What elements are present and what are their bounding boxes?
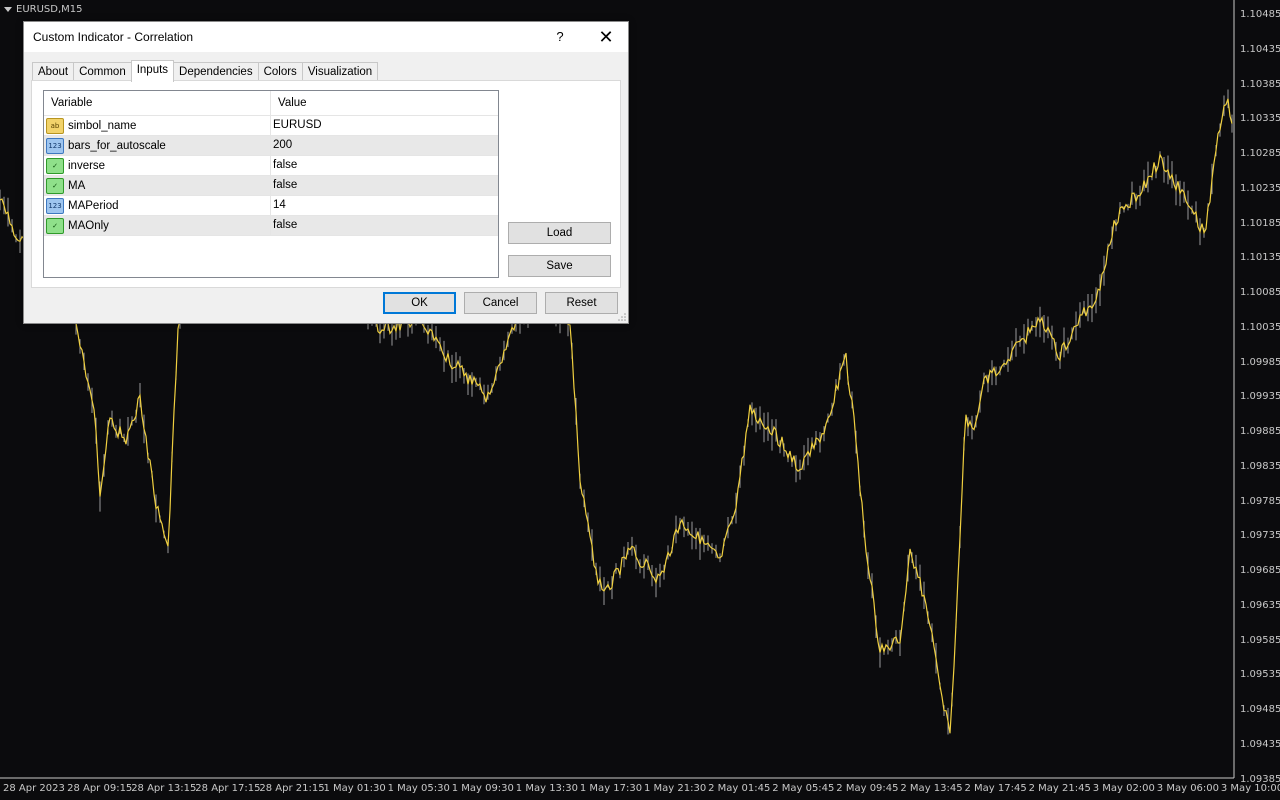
symbol-text: EURUSD,M15 xyxy=(16,4,83,15)
time-axis-label: 28 Apr 2023 xyxy=(3,783,65,794)
price-axis-label: 1.10085 xyxy=(1240,287,1280,298)
string-type-icon: ab xyxy=(46,117,64,134)
time-axis-label: 1 May 17:30 xyxy=(579,783,643,794)
price-axis-label: 1.10485 xyxy=(1240,9,1280,20)
variable-cell: ✓ MAOnly xyxy=(44,216,271,235)
tab-common[interactable]: Common xyxy=(73,62,132,81)
variable-cell: 123 bars_for_autoscale xyxy=(44,136,271,155)
variable-name: inverse xyxy=(68,159,106,172)
time-axis-label: 2 May 01:45 xyxy=(708,783,771,794)
input-row-simbol-name[interactable]: ab simbol_name EURUSD xyxy=(44,116,498,136)
ok-button[interactable]: OK xyxy=(383,292,456,314)
time-axis-label: 1 May 05:30 xyxy=(387,783,450,794)
price-axis-label: 1.10435 xyxy=(1240,43,1280,55)
price-axis-label: 1.09735 xyxy=(1240,530,1280,542)
price-axis-label: 1.10185 xyxy=(1240,217,1280,229)
input-row-maperiod[interactable]: 123 MAPeriod 14 xyxy=(44,196,498,216)
price-axis-label: 1.10385 xyxy=(1240,78,1280,90)
triangle-down-icon xyxy=(4,7,12,12)
time-axis-label: 28 Apr 13:15 xyxy=(131,783,197,794)
input-row-bars-for-autoscale[interactable]: 123 bars_for_autoscale 200 xyxy=(44,136,498,156)
header-variable[interactable]: Variable xyxy=(44,91,271,115)
variable-cell: ✓ inverse xyxy=(44,156,271,175)
time-axis-label: 1 May 01:30 xyxy=(323,783,386,794)
time-axis-label: 2 May 05:45 xyxy=(772,783,835,794)
custom-indicator-dialog: Custom Indicator - Correlation ? ✕ About… xyxy=(23,21,629,324)
variable-name: bars_for_autoscale xyxy=(68,139,166,152)
value-cell[interactable]: 14 xyxy=(271,196,286,215)
inputs-grid[interactable]: Variable Value ab simbol_name EURUSD 123… xyxy=(43,90,499,278)
variable-name: MAPeriod xyxy=(68,199,119,212)
time-axis-label: 3 May 02:00 xyxy=(1092,783,1155,794)
dialog-title-bar[interactable]: Custom Indicator - Correlation ? ✕ xyxy=(24,22,628,52)
cancel-button[interactable]: Cancel xyxy=(464,292,537,314)
time-axis-label: 3 May 10:00 xyxy=(1220,783,1280,794)
tab-colors[interactable]: Colors xyxy=(257,62,303,81)
value-cell[interactable]: false xyxy=(271,156,297,175)
variable-name: MA xyxy=(68,179,86,192)
value-cell[interactable]: EURUSD xyxy=(271,116,322,135)
price-axis-label: 1.10035 xyxy=(1240,321,1280,333)
variable-cell: ab simbol_name xyxy=(44,116,271,135)
boolean-type-icon: ✓ xyxy=(46,217,64,234)
tab-dependencies[interactable]: Dependencies xyxy=(173,62,259,81)
load-button[interactable]: Load xyxy=(508,222,611,244)
price-axis-label: 1.09885 xyxy=(1240,426,1280,437)
tab-about[interactable]: About xyxy=(32,62,75,81)
reset-button[interactable]: Reset xyxy=(545,292,618,314)
price-axis-label: 1.10235 xyxy=(1240,182,1280,194)
price-axis-label: 1.09935 xyxy=(1240,391,1280,403)
time-axis-label: 28 Apr 09:15 xyxy=(67,783,133,794)
time-axis-label: 1 May 13:30 xyxy=(515,783,579,794)
time-axis-label: 2 May 21:45 xyxy=(1028,783,1091,794)
tab-visualization[interactable]: Visualization xyxy=(301,62,379,81)
integer-type-icon: 123 xyxy=(46,197,64,214)
resize-grip-icon[interactable] xyxy=(618,313,626,321)
price-axis-label: 1.09585 xyxy=(1240,634,1280,646)
value-cell[interactable]: false xyxy=(271,176,297,195)
price-axis-label: 1.09435 xyxy=(1240,738,1280,750)
variable-name: MAOnly xyxy=(68,219,109,232)
price-axis-label: 1.09785 xyxy=(1240,495,1280,507)
time-axis-label: 1 May 09:30 xyxy=(451,783,514,794)
grid-header: Variable Value xyxy=(44,91,498,116)
price-axis-label: 1.09835 xyxy=(1240,460,1280,472)
value-cell[interactable]: false xyxy=(271,216,297,235)
integer-type-icon: 123 xyxy=(46,137,64,154)
price-axis-label: 1.09685 xyxy=(1240,565,1280,576)
input-row-inverse[interactable]: ✓ inverse false xyxy=(44,156,498,176)
price-axis-label: 1.10285 xyxy=(1240,148,1280,159)
price-axis-label: 1.10135 xyxy=(1240,252,1280,264)
close-button[interactable]: ✕ xyxy=(596,27,616,47)
header-value[interactable]: Value xyxy=(271,91,307,115)
tab-inputs[interactable]: Inputs xyxy=(130,60,175,82)
input-row-ma[interactable]: ✓ MA false xyxy=(44,176,498,196)
input-row-maonly[interactable]: ✓ MAOnly false xyxy=(44,216,498,236)
time-axis-label: 2 May 13:45 xyxy=(900,783,963,794)
inputs-panel: Variable Value ab simbol_name EURUSD 123… xyxy=(31,80,621,288)
variable-name: simbol_name xyxy=(68,119,137,132)
price-axis-label: 1.10335 xyxy=(1240,113,1280,125)
price-axis-label: 1.09635 xyxy=(1240,599,1280,611)
price-axis-label: 1.09985 xyxy=(1240,356,1280,368)
boolean-type-icon: ✓ xyxy=(46,177,64,194)
time-axis-label: 2 May 17:45 xyxy=(964,783,1027,794)
save-button[interactable]: Save xyxy=(508,255,611,277)
dialog-title: Custom Indicator - Correlation xyxy=(33,30,194,44)
time-axis-label: 3 May 06:00 xyxy=(1156,783,1220,794)
symbol-label: EURUSD,M15 xyxy=(4,4,82,15)
price-axis-label: 1.09535 xyxy=(1240,669,1280,681)
time-axis-label: 2 May 09:45 xyxy=(836,783,899,794)
price-axis-label: 1.09485 xyxy=(1240,704,1280,715)
time-axis-label: 28 Apr 21:15 xyxy=(259,783,325,794)
time-axis-label: 1 May 21:30 xyxy=(644,783,707,794)
tab-bar: About Common Inputs Dependencies Colors … xyxy=(32,60,379,82)
value-cell[interactable]: 200 xyxy=(271,136,292,155)
time-axis-label: 28 Apr 17:15 xyxy=(195,783,261,794)
variable-cell: ✓ MA xyxy=(44,176,271,195)
variable-cell: 123 MAPeriod xyxy=(44,196,271,215)
help-button[interactable]: ? xyxy=(550,27,570,47)
boolean-type-icon: ✓ xyxy=(46,157,64,174)
